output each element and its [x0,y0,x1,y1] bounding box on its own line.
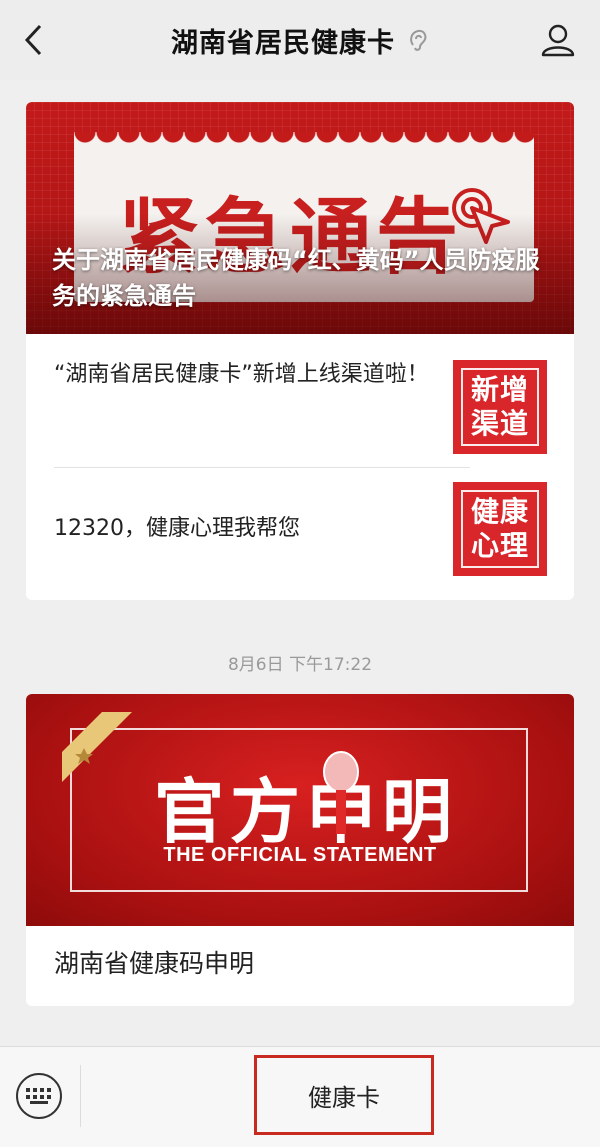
back-button[interactable] [18,22,48,58]
article-thumbnail: 健康 心理 [453,482,547,576]
star-ribbon-icon [62,712,132,782]
top-nav-bar: 湖南省居民健康卡 [0,0,600,80]
banner-headline: 官方申明 [154,771,458,853]
bottom-menu-bar: 健康卡 [0,1046,600,1147]
profile-button[interactable] [538,20,578,60]
news-card-statement[interactable]: 官方申明 THE OFFICIAL STATEMENT 湖南省健康码申明 [26,694,574,1006]
back-arrow-icon [24,24,42,56]
list-item[interactable]: 12320，健康心理我帮您 健康 心理 [26,468,574,600]
article-title: 湖南省健康码申明 [54,949,255,978]
article-title: 12320，健康心理我帮您 [54,516,300,541]
ear-icon [410,29,427,51]
article-title: “湖南省居民健康卡”新增上线渠道啦！ [54,362,429,387]
news-card-emergency: 紧急通告 关于湖南省居民健康码“红、黄码”人员防疫服务的紧急通告 “湖南省居民健… [26,102,574,600]
thumbnail-text: 健康 [470,495,529,528]
banner-subtitle: THE OFFICIAL STATEMENT [163,844,437,866]
thumbnail-text: 心理 [470,529,529,562]
emergency-notice-banner[interactable]: 紧急通告 关于湖南省居民健康码“红、黄码”人员防疫服务的紧急通告 [26,102,574,334]
divider [80,1065,81,1127]
menu-button-health-card[interactable]: 健康卡 [254,1055,434,1135]
list-item[interactable]: “湖南省居民健康卡”新增上线渠道啦！ 新增 渠道 [26,334,574,454]
microphone-icon [323,751,359,834]
profile-icon [541,24,575,57]
message-timestamp: 8月6日 下午17:22 [227,655,373,675]
page-title: 湖南省居民健康卡 [171,27,395,59]
article-thumbnail: 新增 渠道 [453,360,547,454]
thumbnail-text: 渠道 [470,407,529,440]
thumbnail-text: 新增 [470,373,529,406]
official-statement-banner[interactable]: 官方申明 THE OFFICIAL STATEMENT [26,694,574,926]
keyboard-toggle-button[interactable] [16,1073,62,1119]
banner-article-title: 关于湖南省居民健康码“红、黄码”人员防疫服务的紧急通告 [52,246,540,310]
keyboard-icon [26,1088,51,1104]
